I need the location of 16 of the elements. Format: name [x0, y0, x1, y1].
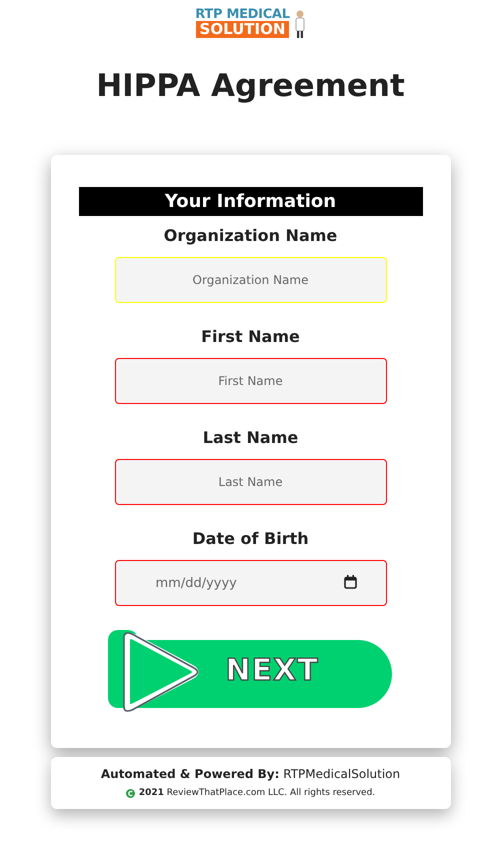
- field-label: First Name: [201, 326, 300, 348]
- page-title: HIPPA Agreement: [96, 68, 405, 106]
- input-field[interactable]: Last Name: [114, 459, 386, 506]
- copyright-icon: [126, 789, 135, 798]
- input-field[interactable]: First Name: [114, 358, 386, 404]
- powered-by-text: Automated & Powered By: RTPMedicalSolution: [100, 766, 402, 784]
- field-label: Last Name: [202, 427, 298, 450]
- field-label: Date of Birth: [192, 528, 309, 550]
- calendar-icon[interactable]: [344, 575, 356, 590]
- figure-icon: [294, 10, 306, 38]
- section-header: Your Information: [78, 187, 422, 216]
- logo-banner: SOLUTION: [196, 21, 290, 38]
- copyright-text: 2021 ReviewThatPlace.com LLC. All rights reserved.: [138, 787, 376, 800]
- date-field[interactable]: mm/dd/yyyy: [114, 560, 386, 606]
- field-label: Organization Name: [164, 225, 338, 248]
- logo-text: RTP MEDICAL: [195, 8, 290, 21]
